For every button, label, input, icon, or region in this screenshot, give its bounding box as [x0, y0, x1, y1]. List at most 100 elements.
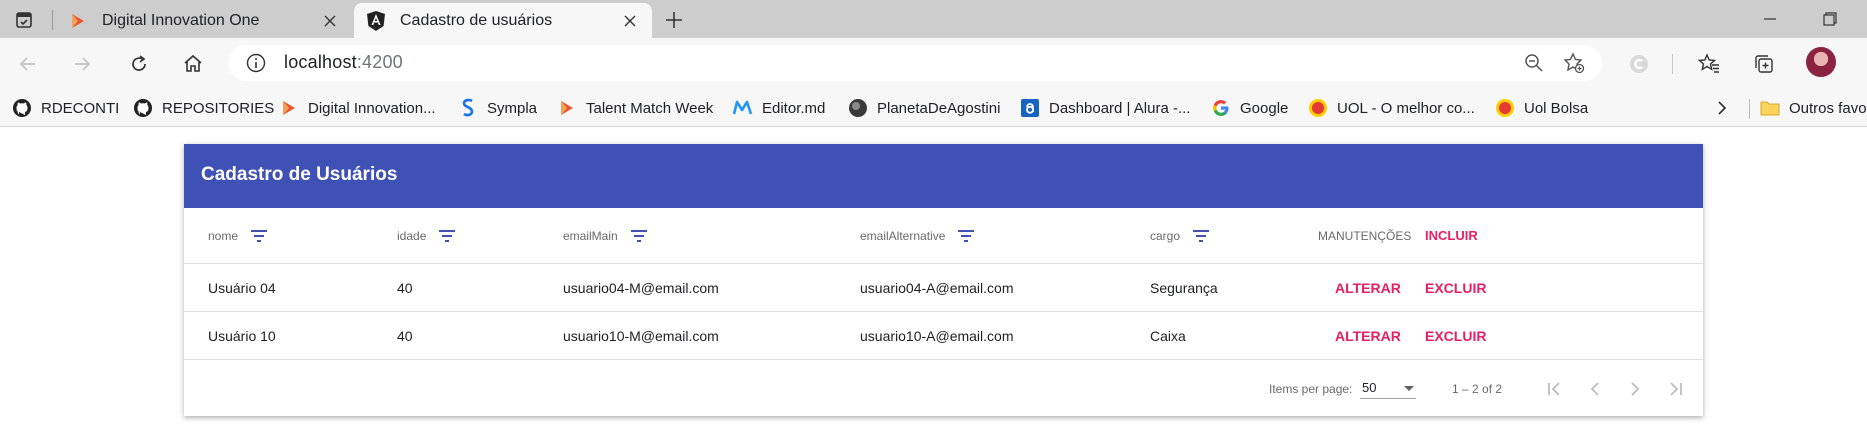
info-icon[interactable]: [246, 53, 266, 73]
bookmark-sympla[interactable]: Sympla: [458, 95, 537, 121]
column-header-cargo: cargo: [1150, 208, 1212, 263]
filter-icon[interactable]: [436, 228, 458, 244]
bookmark-digital-innovation[interactable]: Digital Innovation...: [279, 95, 436, 121]
alterar-button[interactable]: ALTERAR: [1335, 312, 1401, 359]
more-bookmarks-chevron-icon[interactable]: [1716, 95, 1728, 121]
url-text: localhost:4200: [284, 52, 403, 72]
table-row: Usuário 04 40 usuario04-M@email.com usua…: [184, 264, 1703, 312]
dio-icon: [557, 98, 577, 118]
column-label: cargo: [1150, 228, 1181, 243]
bookmark-planeta-de-agostini[interactable]: PlanetaDeAgostini: [848, 95, 1000, 121]
last-page-icon[interactable]: [1661, 375, 1689, 403]
card-header: Cadastro de Usuários: [184, 144, 1703, 208]
bookmark-other-favorites[interactable]: Outros favo: [1760, 95, 1867, 121]
incluir-label: INCLUIR: [1425, 228, 1478, 243]
cell-idade: 40: [397, 279, 413, 296]
bookmarks-separator: [1749, 99, 1750, 119]
bookmark-label: UOL - O melhor co...: [1337, 99, 1475, 117]
alterar-label: ALTERAR: [1335, 279, 1401, 296]
address-bar[interactable]: localhost:4200: [228, 45, 1602, 81]
back-icon[interactable]: [12, 48, 44, 80]
forward-icon[interactable]: [66, 48, 98, 80]
bookmarks-bar: RDECONTI REPOSITORIES Digital Innovation…: [0, 89, 1867, 127]
bookmark-label: Outros favo: [1789, 99, 1867, 117]
collections-icon[interactable]: [1750, 50, 1778, 78]
column-header-emailalternative: emailAlternative: [860, 208, 977, 263]
dropdown-arrow-icon: [1404, 386, 1414, 391]
users-card: Cadastro de Usuários nome idade emailMai…: [184, 144, 1703, 416]
bookmark-label: Dashboard | Alura -...: [1049, 99, 1191, 117]
bookmark-label: Google: [1240, 99, 1289, 117]
google-icon: [1211, 98, 1231, 118]
column-label: nome: [208, 228, 239, 243]
excluir-button[interactable]: EXCLUIR: [1425, 312, 1486, 359]
bookmark-dashboard-alura[interactable]: Dashboard | Alura -...: [1020, 95, 1190, 121]
tab-digital-innovation-one[interactable]: Digital Innovation One: [56, 3, 352, 38]
tab-title: Cadastro de usuários: [400, 11, 553, 29]
folder-icon: [1760, 98, 1780, 118]
toolbar-separator: [1672, 54, 1673, 74]
dio-icon: [68, 11, 88, 31]
filter-icon[interactable]: [248, 228, 270, 244]
incluir-button[interactable]: INCLUIR: [1425, 208, 1478, 263]
bookmark-label: RDECONTI: [41, 99, 120, 117]
column-header-emailmain: emailMain: [563, 208, 650, 263]
favorites-icon[interactable]: [1695, 50, 1723, 78]
next-page-icon[interactable]: [1621, 375, 1649, 403]
browser-toolbar: localhost:4200: [0, 38, 1867, 89]
extension-icon[interactable]: [1625, 50, 1653, 78]
page-size-select[interactable]: 50: [1360, 379, 1416, 399]
alterar-button[interactable]: ALTERAR: [1335, 264, 1401, 311]
bookmark-rdeconti[interactable]: RDECONTI: [12, 95, 119, 121]
page-title: Cadastro de Usuários: [201, 164, 398, 185]
cell-nome: Usuário 04: [208, 279, 276, 296]
alterar-label: ALTERAR: [1335, 327, 1401, 344]
editor-md-icon: [733, 98, 753, 118]
column-header-manutencoes: MANUTENÇÕES: [1318, 228, 1412, 243]
cell-cargo: Segurança: [1150, 279, 1218, 296]
filter-icon[interactable]: [955, 228, 977, 244]
bookmark-label: Digital Innovation...: [308, 99, 436, 117]
tab-cadastro-de-usuarios[interactable]: Cadastro de usuários: [354, 3, 652, 38]
angular-icon: [366, 10, 386, 31]
cell-cargo: Caixa: [1150, 327, 1186, 344]
bookmark-editor-md[interactable]: Editor.md: [733, 95, 825, 121]
bookmark-label: Editor.md: [762, 99, 826, 117]
bookmark-google[interactable]: Google: [1211, 95, 1288, 121]
tab-title: Digital Innovation One: [102, 11, 260, 29]
zoom-icon[interactable]: [1522, 51, 1546, 75]
filter-icon[interactable]: [628, 228, 650, 244]
bookmark-talent-match-week[interactable]: Talent Match Week: [557, 95, 713, 121]
bookmark-label: REPOSITORIES: [162, 99, 275, 117]
column-header-nome: nome: [208, 208, 270, 263]
uol-icon: [1495, 98, 1515, 118]
cell-emailalternative: usuario10-A@email.com: [860, 327, 1014, 344]
bookmark-label: Uol Bolsa: [1524, 99, 1589, 117]
restore-icon[interactable]: [1810, 4, 1850, 34]
previous-page-icon[interactable]: [1581, 375, 1609, 403]
bookmark-uol-bolsa[interactable]: Uol Bolsa: [1495, 95, 1588, 121]
profile-avatar[interactable]: [1806, 47, 1836, 77]
minimize-icon[interactable]: [1750, 4, 1790, 34]
excluir-label: EXCLUIR: [1425, 279, 1487, 296]
close-tab-icon[interactable]: [620, 11, 640, 31]
bookmark-repositories[interactable]: REPOSITORIES: [133, 95, 274, 121]
planet-icon: [848, 98, 868, 118]
tab-actions-icon[interactable]: [8, 8, 40, 32]
items-per-page-label: Items per page:: [1269, 382, 1353, 396]
bookmark-uol[interactable]: UOL - O melhor co...: [1308, 95, 1475, 121]
cell-emailmain: usuario04-M@email.com: [563, 279, 719, 296]
excluir-button[interactable]: EXCLUIR: [1425, 264, 1486, 311]
excluir-label: EXCLUIR: [1425, 327, 1487, 344]
new-tab-icon[interactable]: [660, 6, 688, 34]
refresh-icon[interactable]: [123, 48, 155, 80]
first-page-icon[interactable]: [1541, 375, 1569, 403]
github-icon: [133, 98, 153, 118]
filter-icon[interactable]: [1190, 228, 1212, 244]
column-label: idade: [397, 228, 427, 243]
add-favorite-icon[interactable]: [1562, 51, 1586, 75]
close-tab-icon[interactable]: [320, 11, 340, 31]
cell-emailmain: usuario10-M@email.com: [563, 327, 719, 344]
home-icon[interactable]: [177, 48, 209, 80]
uol-icon: [1308, 98, 1328, 118]
